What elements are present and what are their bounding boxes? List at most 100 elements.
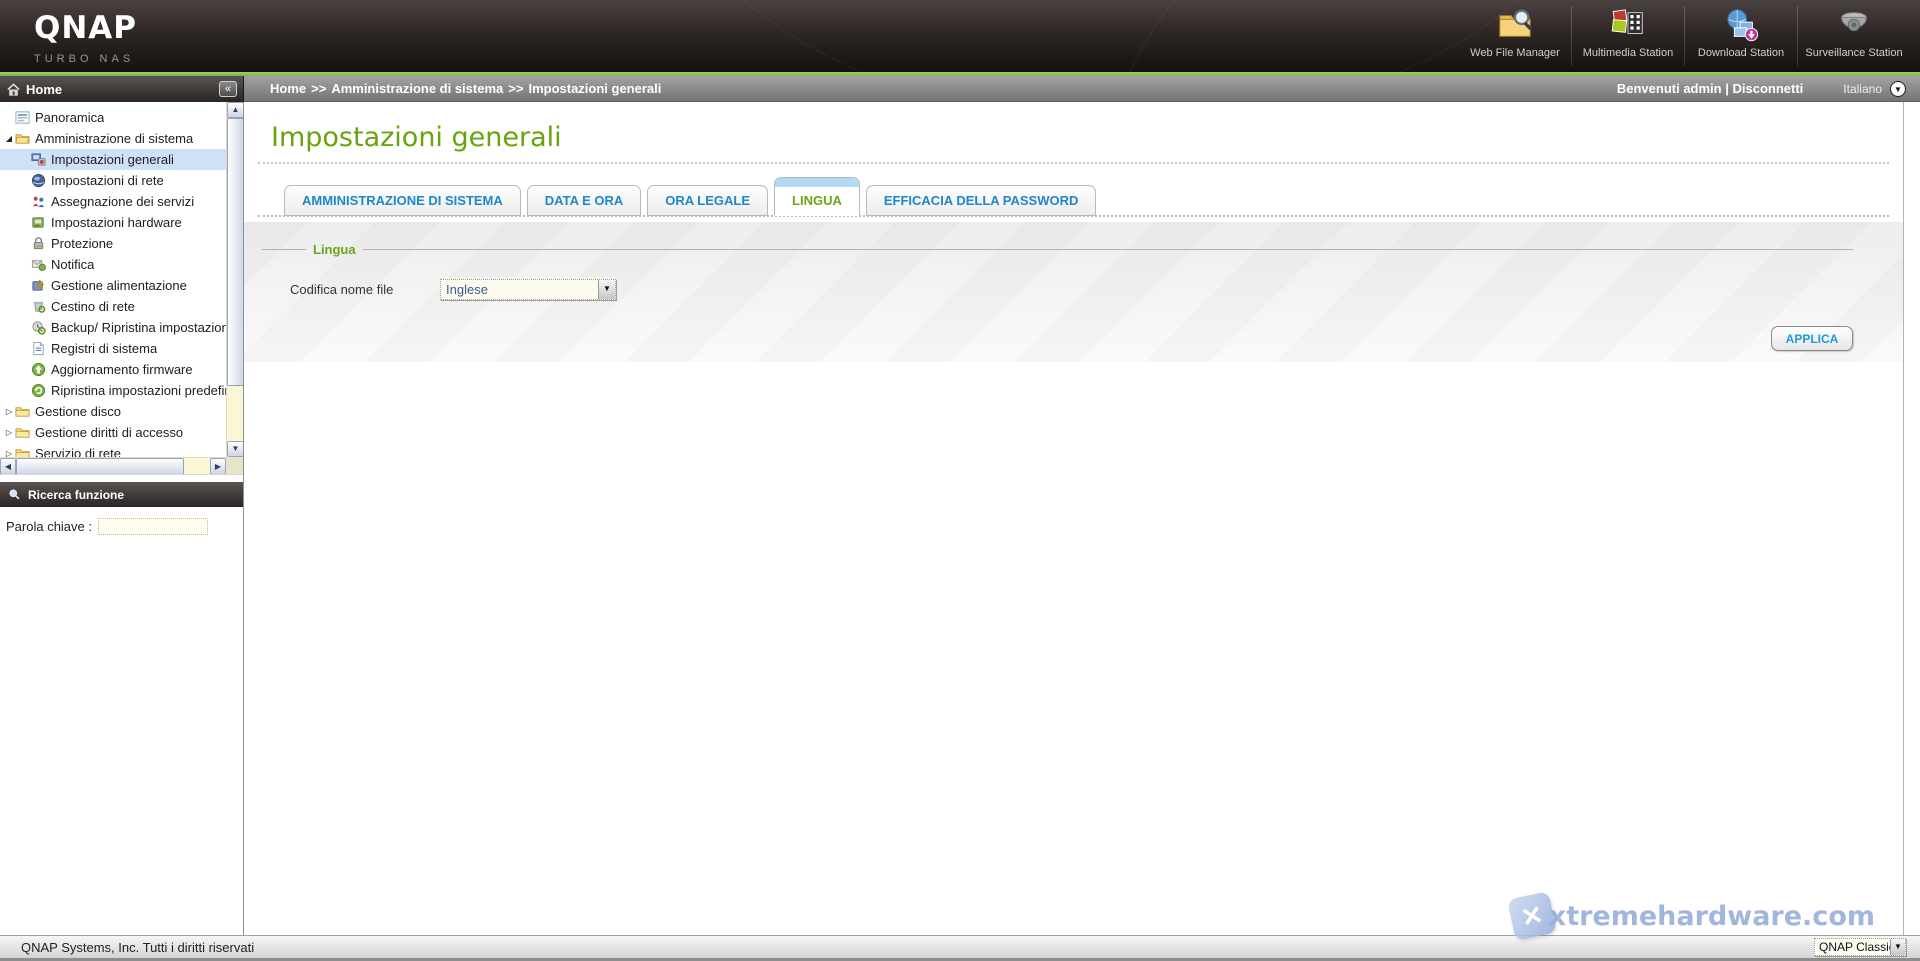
sidebar-collapse-button[interactable]: «: [219, 81, 237, 97]
station-multimedia-station[interactable]: Multimedia Station: [1572, 0, 1684, 72]
sidebar-item-gestione-alimentazione[interactable]: Gestione alimentazione: [0, 275, 226, 296]
station-download-station[interactable]: Download Station: [1685, 0, 1797, 72]
breadcrumb-impostazioni-generali[interactable]: Impostazioni generali: [528, 81, 661, 96]
filename-encoding-label: Codifica nome file: [290, 282, 394, 297]
keyword-label: Parola chiave :: [6, 519, 92, 534]
scrollbar-corner: [226, 457, 243, 474]
sidebar-item-ripristina-impostazioni-predefinite[interactable]: Ripristina impostazioni predefinite: [0, 380, 226, 401]
sidebar-item-label: Impostazioni generali: [51, 152, 174, 167]
folder-icon: [15, 425, 30, 440]
breadcrumb-home[interactable]: Home: [270, 81, 306, 96]
watermark: xtremehardware.com: [1506, 891, 1875, 941]
tab-efficacia-della-password[interactable]: EFFICACIA DELLA PASSWORD: [865, 185, 1097, 216]
expand-node-icon[interactable]: ▷: [3, 428, 15, 437]
qnap-logo-subtitle: TURBO NAS: [34, 53, 135, 65]
sidebar-item-panoramica[interactable]: Panoramica: [0, 107, 226, 128]
horizontal-scrollbar[interactable]: ◀ ▶: [0, 457, 226, 474]
hardware-icon: [31, 215, 46, 230]
selected-encoding: Inglese: [446, 282, 488, 297]
firmware-update-icon: [31, 362, 46, 377]
app-header: QNAP TURBO NAS Web File Manager Multimedi…: [0, 0, 1920, 72]
filename-encoding-select[interactable]: Inglese ▼: [440, 279, 616, 300]
sidebar-item-gestione-disco[interactable]: ▷ Gestione disco: [0, 401, 226, 422]
sidebar-item-servizio-di-rete[interactable]: ▷ Servizio di rete: [0, 443, 226, 457]
sidebar-item-label: Protezione: [51, 236, 114, 251]
sidebar-item-registri-di-sistema[interactable]: Registri di sistema: [0, 338, 226, 359]
sidebar-item-impostazioni-generali[interactable]: Impostazioni generali: [0, 149, 226, 170]
tab-amministrazione-di-sistema[interactable]: AMMINISTRAZIONE DI SISTEMA: [284, 185, 521, 216]
search-panel-header: Ricerca funzione: [0, 482, 243, 507]
sidebar-item-label: Gestione alimentazione: [51, 278, 187, 293]
surveillance-station-icon: [1835, 6, 1873, 44]
horizontal-scrollbar-thumb[interactable]: [16, 458, 184, 474]
settings-tabs: AMMINISTRAZIONE DI SISTEMA DATA E ORA ORA …: [284, 177, 1903, 216]
sidebar-item-label: Amministrazione di sistema: [35, 131, 194, 146]
restore-defaults-icon: [31, 383, 46, 398]
station-label: Web File Manager: [1470, 47, 1560, 59]
recycle-bin-icon: [31, 299, 46, 314]
sidebar-item-aggiornamento-firmware[interactable]: Aggiornamento firmware: [0, 359, 226, 380]
sidebar-item-notifica[interactable]: Notifica: [0, 254, 226, 275]
sidebar-item-backup-ripristina-impostazioni[interactable]: Backup/ Ripristina impostazioni: [0, 317, 226, 338]
sidebar-header: Home «: [0, 76, 244, 102]
search-panel-title: Ricerca funzione: [28, 487, 125, 502]
breadcrumb-separator: >>: [508, 81, 524, 96]
right-gutter: [1904, 102, 1920, 935]
sidebar-item-protezione[interactable]: Protezione: [0, 233, 226, 254]
sidebar-item-label: Cestino di rete: [51, 299, 135, 314]
sidebar-item-label: Servizio di rete: [35, 446, 121, 457]
breadcrumb-separator: >>: [311, 81, 327, 96]
scroll-up-button[interactable]: ▲: [227, 102, 243, 118]
sidebar-item-cestino-di-rete[interactable]: Cestino di rete: [0, 296, 226, 317]
sidebar-item-impostazioni-hardware[interactable]: Impostazioni hardware: [0, 212, 226, 233]
network-settings-icon: [31, 173, 46, 188]
chevron-down-icon[interactable]: ▼: [1890, 80, 1906, 97]
expand-node-icon[interactable]: ▷: [3, 449, 15, 457]
station-shortcuts: Web File Manager Multimedia Station Downlo…: [1459, 0, 1910, 72]
watermark-text: xtremehardware.com: [1548, 900, 1875, 932]
sidebar-item-assegnazione-dei-servizi[interactable]: Assegnazione dei servizi: [0, 191, 226, 212]
folder-icon: [15, 404, 30, 419]
tab-data-e-ora[interactable]: DATA E ORA: [526, 185, 642, 216]
tab-lingua[interactable]: LINGUA: [774, 177, 860, 216]
breadcrumb-bar: Home >> Amministrazione di sistema >> Impost…: [244, 76, 1920, 102]
tab-ora-legale[interactable]: ORA LEGALE: [647, 185, 769, 216]
selected-theme: QNAP Classic: [1819, 940, 1890, 954]
web-file-manager-icon: [1496, 6, 1534, 44]
language-label[interactable]: Italiano: [1843, 82, 1882, 96]
services-icon: [31, 194, 46, 209]
scroll-left-button[interactable]: ◀: [0, 458, 16, 474]
sidebar-item-label: Aggiornamento firmware: [51, 362, 193, 377]
theme-select[interactable]: QNAP Classic ▼: [1814, 938, 1906, 956]
keyword-input[interactable]: [98, 518, 208, 535]
select-arrow-icon[interactable]: ▼: [1890, 939, 1905, 955]
vertical-scrollbar[interactable]: ▲ ▼: [226, 102, 243, 457]
station-surveillance-station[interactable]: Surveillance Station: [1798, 0, 1910, 72]
welcome-text: Benvenuti admin: [1616, 81, 1722, 96]
sidebar-item-impostazioni-di-rete[interactable]: Impostazioni di rete: [0, 170, 226, 191]
sidebar-item-label: Gestione diritti di accesso: [35, 425, 184, 440]
function-tree: Panoramica ◢ Amministrazione di sistema Imp…: [0, 102, 243, 475]
apply-button[interactable]: APPLICA: [1771, 326, 1853, 351]
breadcrumb-amministrazione-di-sistema[interactable]: Amministrazione di sistema: [331, 81, 503, 96]
sidebar-item-label: Assegnazione dei servizi: [51, 194, 195, 209]
sidebar-item-label: Impostazioni hardware: [51, 215, 182, 230]
notification-icon: [31, 257, 46, 272]
general-settings-icon: [31, 152, 46, 167]
sidebar-title: Home: [26, 81, 63, 97]
select-arrow-icon[interactable]: ▼: [598, 280, 615, 299]
folder-open-icon: [15, 131, 30, 146]
logout-link[interactable]: Disconnetti: [1733, 81, 1804, 96]
sidebar-item-label: Backup/ Ripristina impostazioni: [51, 320, 226, 335]
station-web-file-manager[interactable]: Web File Manager: [1459, 0, 1571, 72]
sidebar-item-label: Registri di sistema: [51, 341, 158, 356]
collapse-node-icon[interactable]: ◢: [3, 134, 15, 143]
expand-node-icon[interactable]: ▷: [3, 407, 15, 416]
vertical-scrollbar-thumb[interactable]: [227, 118, 243, 386]
sidebar-item-amministrazione-di-sistema[interactable]: ◢ Amministrazione di sistema: [0, 128, 226, 149]
scroll-down-button[interactable]: ▼: [227, 441, 243, 457]
station-label: Download Station: [1697, 47, 1785, 59]
scroll-right-button[interactable]: ▶: [210, 458, 226, 474]
sidebar-item-gestione-diritti-di-accesso[interactable]: ▷ Gestione diritti di accesso: [0, 422, 226, 443]
breadcrumb: Home >> Amministrazione di sistema >> Impost…: [270, 81, 1617, 96]
